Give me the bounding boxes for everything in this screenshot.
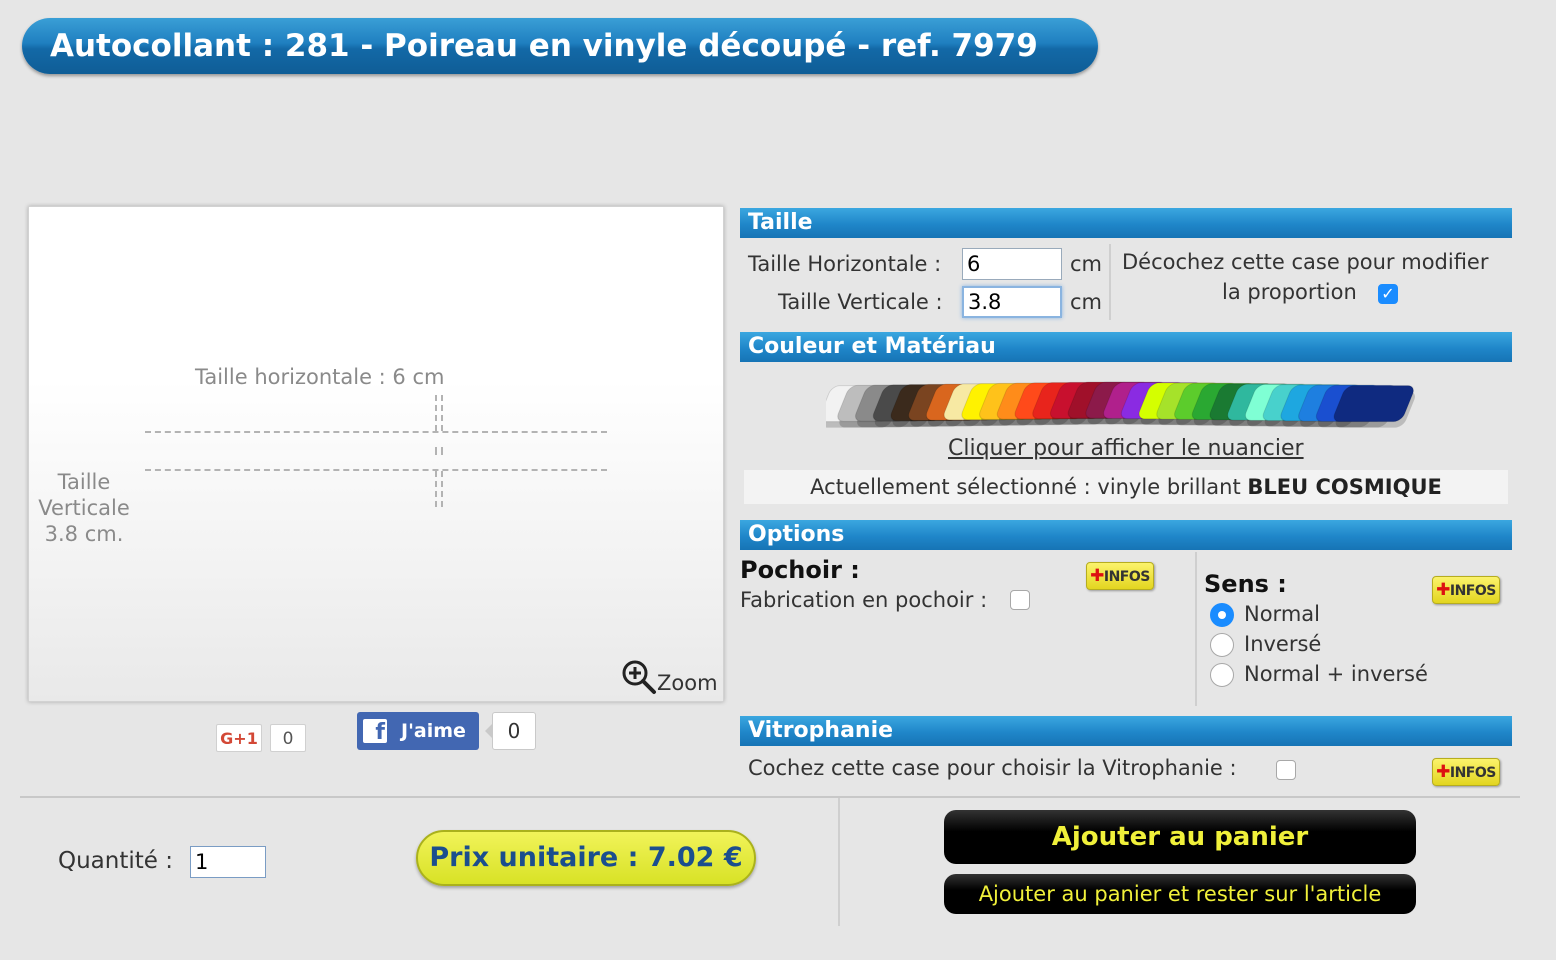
zoom-in-icon [621,659,657,700]
preview-bottom-mark-right [441,471,443,507]
infos-label: INFOS [1103,569,1150,585]
preview-center-mark-left [435,447,437,455]
vitrophanie-checkbox[interactable] [1276,760,1296,780]
sens-title: Sens : [1204,570,1287,598]
horizontal-size-input[interactable] [962,248,1062,280]
gplus-button[interactable]: G+1 [216,724,262,752]
selected-material-prefix: Actuellement sélectionné : vinyle brilla… [810,475,1241,499]
selected-color-name: BLEU COSMIQUE [1247,475,1442,499]
preview-top-guide [145,431,607,433]
preview-vertical-line-2: Verticale [38,496,130,520]
vitrophanie-label: Cochez cette case pour choisir la Vitrop… [748,756,1237,780]
gplus-count: 0 [270,724,306,752]
pochoir-checkbox[interactable] [1010,590,1030,610]
preview-top-mark-right [441,395,443,431]
preview-vertical-size-label: Taille Verticale 3.8 cm. [29,469,139,547]
vertical-size-input[interactable] [962,286,1062,318]
preview-vertical-line-3: 3.8 cm. [44,522,124,546]
footer-separator [838,798,840,926]
sens-infos-button[interactable]: ✚INFOS [1432,576,1500,604]
selected-material-info: Actuellement sélectionné : vinyle brilla… [744,470,1508,504]
plus-icon: ✚ [1436,580,1450,600]
infos-label: INFOS [1449,583,1496,599]
unit-price-badge: Prix unitaire : 7.02 € [416,830,756,886]
proportion-text-line2: la proportion [1222,280,1357,304]
facebook-icon: f [363,719,387,745]
sens-label-normal-inverse: Normal + inversé [1244,662,1428,686]
add-to-cart-button[interactable]: Ajouter au panier [944,810,1416,864]
proportion-text-line1: Décochez cette case pour modifier [1122,250,1489,274]
taille-section-heading: Taille [740,208,1512,238]
vitrophanie-infos-button[interactable]: ✚INFOS [1432,758,1500,786]
pochoir-label: Fabrication en pochoir : [740,588,988,612]
add-to-cart-stay-button[interactable]: Ajouter au panier et rester sur l'articl… [944,874,1416,914]
sens-radio-normal[interactable] [1210,603,1234,627]
nuancier-link[interactable]: Cliquer pour afficher le nuancier [948,436,1304,461]
pochoir-infos-button[interactable]: ✚INFOS [1086,562,1154,590]
preview-vertical-line-1: Taille [57,470,111,494]
options-separator [1195,552,1197,706]
color-swatch-fan[interactable] [826,372,1422,436]
options-section-heading: Options [740,520,1512,550]
sens-label-normal: Normal [1244,602,1320,626]
quantity-label: Quantité : [58,848,173,874]
facebook-like-button[interactable]: f J'aime [357,712,479,750]
couleur-section-heading: Couleur et Matériau [740,332,1512,362]
preview-horizontal-size-label: Taille horizontale : 6 cm [195,365,445,389]
sens-label-inverse: Inversé [1244,632,1322,656]
horizontal-size-label: Taille Horizontale : [748,252,942,276]
taille-separator [1109,244,1111,320]
quantity-input[interactable] [190,846,266,878]
sens-radio-inverse[interactable] [1210,633,1234,657]
vertical-unit: cm [1070,290,1103,314]
infos-label: INFOS [1449,765,1496,781]
preview-bottom-mark-left [435,471,437,507]
preview-center-mark-right [441,447,443,455]
footer-divider [20,796,1520,798]
plus-icon: ✚ [1436,762,1450,782]
plus-icon: ✚ [1090,566,1104,586]
proportion-checkbox[interactable]: ✓ [1378,284,1398,304]
facebook-like-count: 0 [492,712,536,750]
sticker-preview: Taille horizontale : 6 cm Taille Vertica… [28,206,724,702]
preview-bottom-guide [145,469,607,471]
page-title: Autocollant : 281 - Poireau en vinyle dé… [22,18,1098,74]
facebook-like-label: J'aime [401,720,466,742]
sens-radio-normal-inverse[interactable] [1210,663,1234,687]
preview-top-mark-left [435,395,437,431]
pochoir-title: Pochoir : [740,556,860,584]
zoom-button[interactable]: Zoom [621,659,718,700]
zoom-label: Zoom [657,671,718,695]
vertical-size-label: Taille Verticale : [778,290,943,314]
horizontal-unit: cm [1070,252,1103,276]
vitrophanie-section-heading: Vitrophanie [740,716,1512,746]
